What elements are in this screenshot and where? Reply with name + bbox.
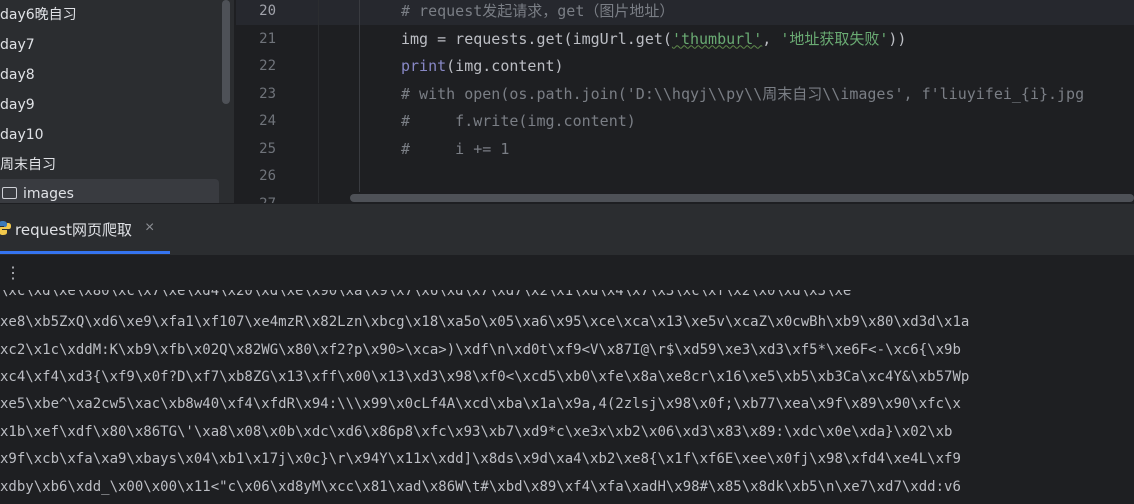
tree-item-label: day8 (0, 67, 35, 83)
code-string: '地址获取失败' (780, 29, 889, 48)
tree-item-day7[interactable]: day7 (0, 30, 35, 60)
close-icon[interactable]: × (145, 219, 154, 237)
code-line-25[interactable]: # i += 1 (401, 136, 509, 164)
folder-icon (2, 187, 17, 199)
tree-item-day9[interactable]: day9 (0, 90, 35, 120)
tree-item-label: day6晚自习 (0, 7, 77, 23)
console-line: x9f\xcb\xfa\xa9\xbays\x04\xb1\x17j\x0c}\… (0, 451, 961, 467)
tree-item-day8[interactable]: day8 (0, 60, 35, 90)
more-options-icon[interactable]: ⋮ (5, 266, 21, 282)
tree-item-day10[interactable]: day10 (0, 120, 44, 150)
tree-scrollbar[interactable] (222, 0, 230, 104)
code-line-22[interactable]: print(img.content) (401, 53, 564, 81)
console-line: xe5\xbe^\xa2cw5\xac\xb8w40\xf4\xfdR\x94:… (0, 396, 961, 412)
run-panel-header (0, 203, 1134, 255)
tree-item-label: day7 (0, 37, 35, 53)
editor-horizontal-scrollbar[interactable] (350, 194, 1134, 202)
current-line-highlight (236, 0, 1134, 25)
console-line: \xc\xd\xe\x80\xc\x7\xe\xd4\x20\xd\xe\x90… (0, 290, 852, 299)
tree-item-label: day9 (0, 97, 35, 113)
console-line: xc2\x1c\xddM:K\xb9\xfb\x02Q\x82WG\x80\xf… (0, 342, 961, 358)
gutter-separator (318, 0, 319, 203)
run-toolbar (0, 255, 1134, 295)
console-line: xc4\xf4\xd3{\xf9\x0f?D\xf7\xb8ZG\x13\xff… (0, 369, 970, 385)
line-number: 24 (259, 113, 276, 129)
tree-item-images[interactable]: images (0, 179, 219, 203)
line-number: 21 (259, 30, 276, 47)
python-icon (0, 221, 11, 235)
active-tab-indicator (0, 251, 170, 254)
code-token: (img.content) (446, 57, 564, 75)
tree-item-label: 周末自习 (0, 157, 56, 173)
tree-item-label: images (23, 186, 74, 202)
line-number: 22 (259, 58, 276, 74)
code-line-20[interactable]: # request发起请求，get（图片地址） (401, 0, 674, 26)
line-number: 20 (259, 3, 276, 19)
code-builtin: print (401, 57, 447, 75)
code-line-21[interactable]: img = requests.get(imgUrl.get('thumburl'… (401, 26, 906, 54)
line-number: 26 (259, 168, 276, 184)
console-line: x1b\xef\xdf\x80\x86TG\'\xa8\x08\x0b\xdc\… (0, 424, 953, 440)
console-line: xe8\xb5ZxQ\xd6\xe9\xfa1\xf107\xe4mzR\x82… (0, 314, 970, 330)
line-number: 25 (259, 140, 276, 157)
console-output[interactable]: \xc\xd\xe\x80\xc\x7\xe\xd4\x20\xd\xe\x90… (0, 290, 1134, 504)
line-number: 23 (259, 85, 276, 102)
code-token: , (762, 29, 781, 48)
indent-guide (359, 0, 360, 192)
tree-item-label: day10 (0, 127, 44, 143)
console-line: xdby\xb6\xdd_\x00\x00\x11<"c\x06\xd8yM\x… (0, 479, 961, 495)
code-string: 'thumburl' (671, 29, 763, 48)
code-line-23[interactable]: # with open(os.path.join('D:\\hqyj\\py\\… (401, 81, 1084, 109)
code-token: img = requests.get(imgUrl.get( (401, 29, 672, 48)
code-token: )) (888, 29, 907, 48)
tree-item-weekend[interactable]: 周末自习 (0, 150, 56, 180)
tree-item-day6[interactable]: day6晚自习 (0, 0, 77, 30)
code-line-24[interactable]: # f.write(img.content) (401, 108, 636, 136)
project-tree: day6晚自习 day7 day8 day9 day10 周末自习 images (0, 0, 234, 203)
run-tab-label[interactable]: request网页爬取 (15, 219, 132, 240)
